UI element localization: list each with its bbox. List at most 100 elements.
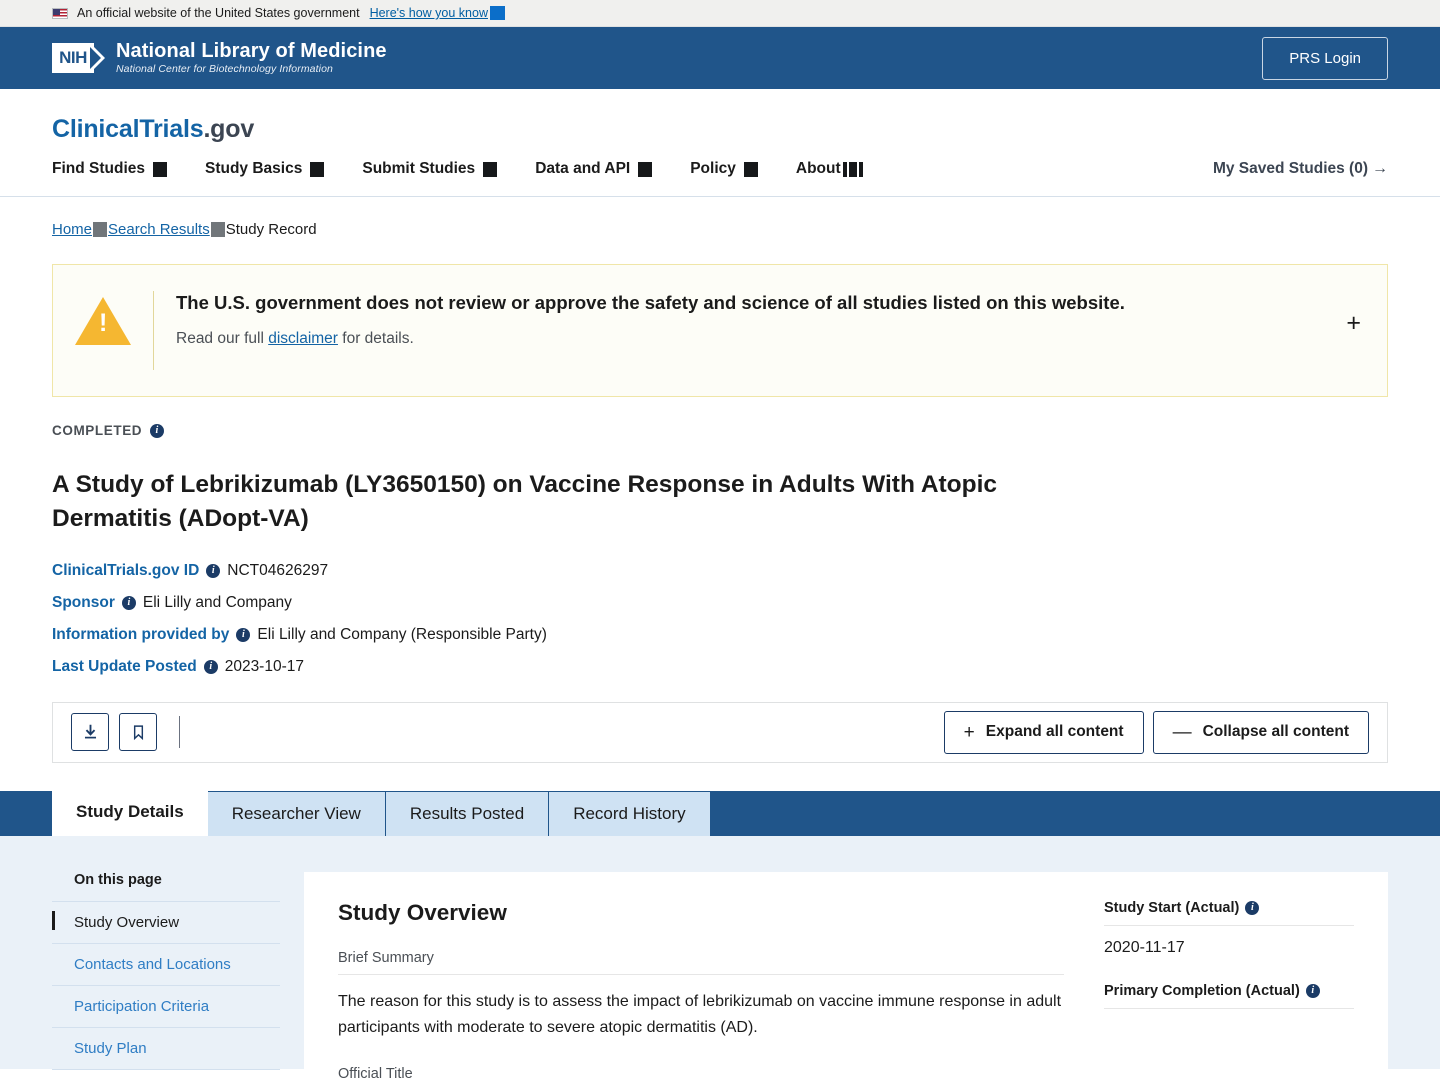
toolbar-divider: [179, 716, 180, 749]
nih-header: NIH National Library of Medicine Nationa…: [0, 27, 1440, 89]
meta-row-information-provided-by: Information provided by i Eli Lilly and …: [52, 626, 1388, 644]
meta-value: NCT04626297: [227, 561, 329, 579]
study-start-text: Study Start (Actual): [1104, 899, 1240, 916]
toc-heading: On this page: [52, 872, 280, 902]
info-icon[interactable]: i: [236, 627, 251, 642]
disclaimer-read-suffix: for details.: [337, 329, 414, 347]
my-saved-studies-label: My Saved Studies (0): [1212, 160, 1368, 177]
meta-row-nct-id: ClinicalTrials.gov ID i NCT04626297: [52, 562, 1388, 580]
study-meta-list: ClinicalTrials.gov ID i NCT04626297 Spon…: [52, 562, 1388, 676]
brief-summary-text: The reason for this study is to assess t…: [338, 992, 1062, 1036]
study-overview-card: Study Overview Brief Summary The reason …: [304, 871, 1388, 1080]
meta-label: Sponsor: [52, 593, 115, 611]
warning-triangle-icon: [75, 297, 131, 345]
how-you-know-link[interactable]: Here's how you know: [370, 6, 488, 20]
download-icon: [84, 724, 96, 739]
tab-results-posted[interactable]: Results Posted: [385, 791, 550, 836]
site-brand[interactable]: ClinicalTrials.gov: [52, 89, 1388, 144]
chevron-down-icon: [153, 161, 167, 177]
plus-icon: +: [963, 721, 975, 743]
toc-item-contacts-and-locations[interactable]: Contacts and Locations: [52, 944, 280, 986]
disclaimer-banner: The U.S. government does not review or a…: [52, 264, 1388, 397]
save-bookmark-button[interactable]: [119, 713, 157, 752]
nav-items: Find Studies Study Basics Submit Studies…: [52, 160, 863, 178]
breadcrumb-current: Study Record: [225, 221, 317, 238]
info-icon[interactable]: i: [203, 659, 218, 674]
nav-label: Find Studies: [52, 160, 145, 177]
nav-label: About: [795, 160, 841, 177]
breadcrumb-home[interactable]: Home: [52, 221, 92, 238]
nih-logo[interactable]: NIH National Library of Medicine Nationa…: [52, 39, 387, 76]
banner-expand-toggle[interactable]: +: [1346, 311, 1361, 336]
chevron-right-icon: [93, 222, 108, 237]
gov-banner: An official website of the United States…: [0, 0, 1440, 27]
chevron-down-icon: [483, 161, 498, 177]
toc-item-study-plan[interactable]: Study Plan: [52, 1028, 280, 1070]
study-dates-panel: Study Start (Actual) i 2020-11-17 Primar…: [1104, 900, 1354, 1069]
nav-item-data-and-api[interactable]: Data and API: [535, 160, 653, 178]
brand-primary: ClinicalTrials: [52, 115, 204, 143]
disclaimer-title: The U.S. government does not review or a…: [176, 292, 1125, 313]
primary-completion-text: Primary Completion (Actual): [1104, 982, 1300, 999]
nav-item-submit-studies[interactable]: Submit Studies: [362, 160, 498, 178]
prs-login-button[interactable]: PRS Login: [1262, 36, 1388, 80]
gov-banner-text: An official website of the United States…: [77, 6, 360, 20]
action-toolbar: + Expand all content — Collapse all cont…: [52, 701, 1388, 763]
info-icon[interactable]: i: [206, 563, 221, 578]
chevron-down-icon: [310, 161, 325, 177]
us-flag-icon: [52, 7, 68, 19]
arrow-right-icon: →: [1372, 160, 1388, 177]
nav-item-policy[interactable]: Policy: [690, 160, 758, 178]
breadcrumb-search-results[interactable]: Search Results: [108, 221, 210, 238]
chevron-right-icon: [210, 222, 225, 237]
nih-logo-mark: NIH: [52, 42, 105, 73]
study-header: COMPLETED i A Study of Lebrikizumab (LY3…: [0, 397, 1440, 676]
nav-item-about[interactable]: About: [796, 160, 863, 178]
toc-item-participation-criteria[interactable]: Participation Criteria: [52, 986, 280, 1028]
collapse-all-label: Collapse all content: [1202, 723, 1349, 741]
study-start-label: Study Start (Actual) i: [1104, 900, 1354, 926]
info-icon[interactable]: i: [121, 595, 136, 610]
nlm-title: National Library of Medicine: [116, 39, 387, 62]
brand-suffix: .gov: [203, 115, 255, 143]
meta-value: 2023-10-17: [224, 657, 304, 675]
expand-all-button[interactable]: + Expand all content: [943, 710, 1144, 754]
download-button[interactable]: [71, 713, 109, 752]
chevron-down-icon: [638, 161, 653, 177]
toc-item-study-overview[interactable]: Study Overview: [52, 902, 280, 944]
meta-label: ClinicalTrials.gov ID: [52, 561, 200, 579]
tab-researcher-view[interactable]: Researcher View: [207, 791, 386, 836]
bookmark-icon: [133, 724, 143, 740]
tab-study-details[interactable]: Study Details: [52, 788, 208, 836]
my-saved-studies-link[interactable]: My Saved Studies (0) →: [1213, 160, 1388, 178]
expand-all-label: Expand all content: [985, 723, 1124, 741]
chevron-down-icon: [842, 161, 863, 177]
meta-label: Information provided by: [52, 625, 230, 643]
breadcrumb: Home Search Results Study Record: [0, 197, 1440, 238]
chevron-down-icon[interactable]: [490, 6, 505, 20]
section-heading-study-overview: Study Overview: [338, 899, 507, 925]
nav-label: Policy: [690, 160, 736, 177]
nih-mark-text: NIH: [52, 42, 94, 73]
site-nav: ClinicalTrials.gov Find Studies Study Ba…: [0, 89, 1440, 197]
nav-label: Data and API: [535, 160, 631, 177]
primary-completion-label: Primary Completion (Actual) i: [1104, 983, 1354, 1009]
info-icon[interactable]: i: [1245, 900, 1260, 915]
status-label: COMPLETED: [52, 423, 143, 438]
meta-label: Last Update Posted: [52, 657, 197, 675]
brief-summary-label: Brief Summary: [338, 950, 1064, 975]
nav-item-study-basics[interactable]: Study Basics: [205, 160, 325, 178]
banner-divider: [153, 291, 154, 370]
disclaimer-link[interactable]: disclaimer: [268, 330, 338, 347]
meta-row-last-update-posted: Last Update Posted i 2023-10-17: [52, 658, 1388, 676]
official-title-label: Official Title: [338, 1066, 1064, 1080]
meta-value: Eli Lilly and Company (Responsible Party…: [257, 625, 547, 643]
info-icon[interactable]: i: [1305, 983, 1320, 998]
collapse-all-button[interactable]: — Collapse all content: [1152, 710, 1369, 754]
disclaimer-subtext: Read our full disclaimer for details.: [176, 330, 1307, 348]
nav-item-find-studies[interactable]: Find Studies: [52, 160, 167, 178]
info-icon[interactable]: i: [150, 423, 165, 438]
tab-record-history[interactable]: Record History: [549, 791, 711, 836]
meta-value: Eli Lilly and Company: [142, 593, 292, 611]
nav-label: Submit Studies: [362, 160, 476, 177]
